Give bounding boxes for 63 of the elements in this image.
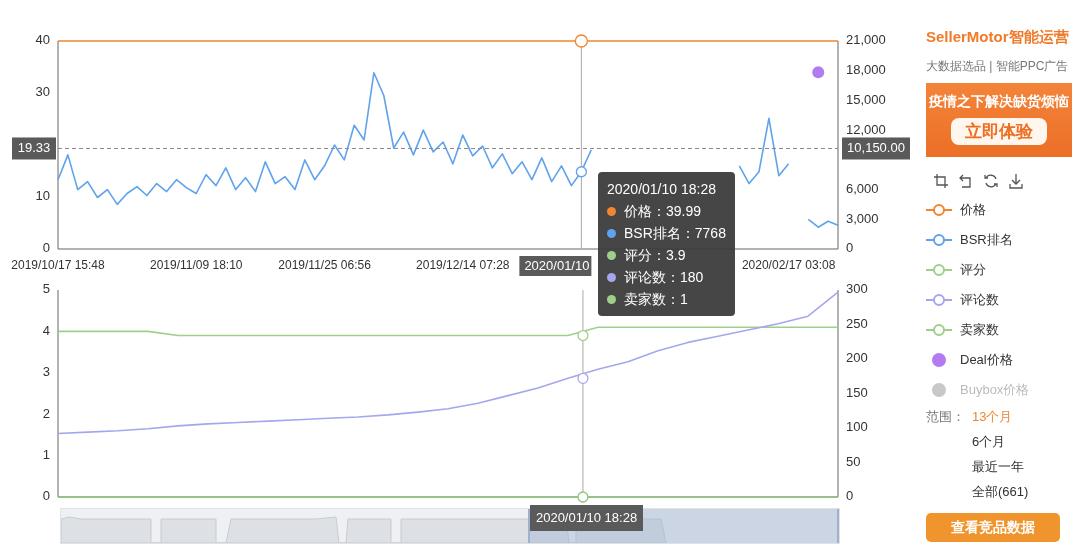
download-icon[interactable] bbox=[1008, 172, 1024, 189]
legend-line-icon[interactable] bbox=[926, 322, 952, 337]
legend-label[interactable]: 价格 bbox=[960, 199, 986, 220]
legend-line-icon[interactable] bbox=[926, 232, 952, 247]
axis-label: 10 bbox=[35, 188, 50, 204]
range-slider[interactable] bbox=[60, 508, 840, 544]
select-zoom-icon[interactable] bbox=[933, 172, 949, 189]
axis-label: 6,000 bbox=[846, 181, 879, 196]
tagline: 大数据选品 | 智能PPC广告 bbox=[926, 57, 1070, 75]
axis-pointer-label: 2020/01/10 bbox=[519, 256, 592, 276]
axis-label: 40 bbox=[35, 32, 50, 48]
axis-label: 5 bbox=[42, 281, 50, 297]
legend-label[interactable]: 评论数 bbox=[960, 289, 999, 310]
tooltip-value: 评论数：180 bbox=[624, 268, 704, 287]
range-option[interactable]: 全部(661) bbox=[972, 481, 1029, 507]
legend-label[interactable]: Deal价格 bbox=[960, 349, 1013, 370]
refresh-icon[interactable] bbox=[983, 172, 999, 189]
range-label: 范围： bbox=[926, 407, 966, 426]
axis-label: 3,000 bbox=[846, 210, 879, 226]
data-point bbox=[812, 66, 825, 79]
axis-pointer-label: 2020/01/10 18:28 bbox=[529, 505, 644, 531]
tooltip-value: 卖家数：1 bbox=[624, 290, 688, 309]
axis-label: 2020/02/17 03:08 bbox=[741, 258, 836, 272]
axis-label: 2019/11/25 06:56 bbox=[278, 258, 371, 272]
axis-label: 2019/10/17 15:48 bbox=[11, 258, 105, 272]
axis-label: 3 bbox=[42, 364, 50, 380]
axis-label: 250 bbox=[846, 315, 868, 331]
axis-label: 1 bbox=[42, 447, 50, 463]
tooltip-title: 2020/01/10 18:28 bbox=[607, 180, 717, 199]
tooltip-value: BSR排名：7768 bbox=[624, 224, 726, 243]
axis-label: 100 bbox=[846, 419, 868, 435]
axis-label: 30 bbox=[35, 84, 50, 100]
axis-label: 4 bbox=[42, 322, 50, 338]
axis-label: 12,000 bbox=[846, 121, 886, 137]
axis-label: 0 bbox=[42, 240, 50, 256]
legend-line-icon[interactable] bbox=[926, 262, 952, 277]
legend-label[interactable]: BSR排名 bbox=[960, 229, 1013, 250]
tooltip-value: 价格：39.99 bbox=[624, 202, 702, 221]
axis-label: 21,000 bbox=[846, 32, 886, 48]
brand-name: SellerMotor智能运营 bbox=[926, 27, 1070, 47]
range-option[interactable]: 6个月 bbox=[972, 431, 1006, 457]
axis-label: 2 bbox=[42, 405, 50, 421]
zoom-back-icon[interactable] bbox=[958, 172, 974, 189]
axis-label: 0 bbox=[846, 488, 854, 504]
axis-label: 0 bbox=[846, 240, 854, 256]
axis-label: 2019/11/09 18:10 bbox=[149, 258, 243, 272]
axis-label: 200 bbox=[846, 350, 868, 366]
axis-pointer-label: 10,150.00 bbox=[842, 137, 910, 160]
legend-line-icon[interactable] bbox=[926, 292, 952, 307]
tooltip-value: 评分：3.9 bbox=[624, 246, 686, 265]
banner-headline: 疫情之下解决缺货烦恼 bbox=[928, 91, 1070, 111]
axis-label: 150 bbox=[846, 384, 868, 400]
axis-label: 18,000 bbox=[846, 62, 886, 78]
range-option[interactable]: 最近一年 bbox=[972, 456, 1024, 482]
axis-label: 15,000 bbox=[846, 91, 886, 107]
axis-label: 50 bbox=[846, 453, 861, 469]
legend-line-icon[interactable] bbox=[926, 202, 952, 217]
axis-label: 0 bbox=[42, 488, 50, 504]
legend-label[interactable]: 卖家数 bbox=[960, 319, 999, 340]
axis-pointer-label: 19.33 bbox=[12, 137, 56, 160]
legend-label[interactable]: 评分 bbox=[960, 259, 986, 280]
axis-label: 300 bbox=[846, 281, 868, 297]
axis-label: 2019/12/14 07:28 bbox=[416, 258, 510, 272]
